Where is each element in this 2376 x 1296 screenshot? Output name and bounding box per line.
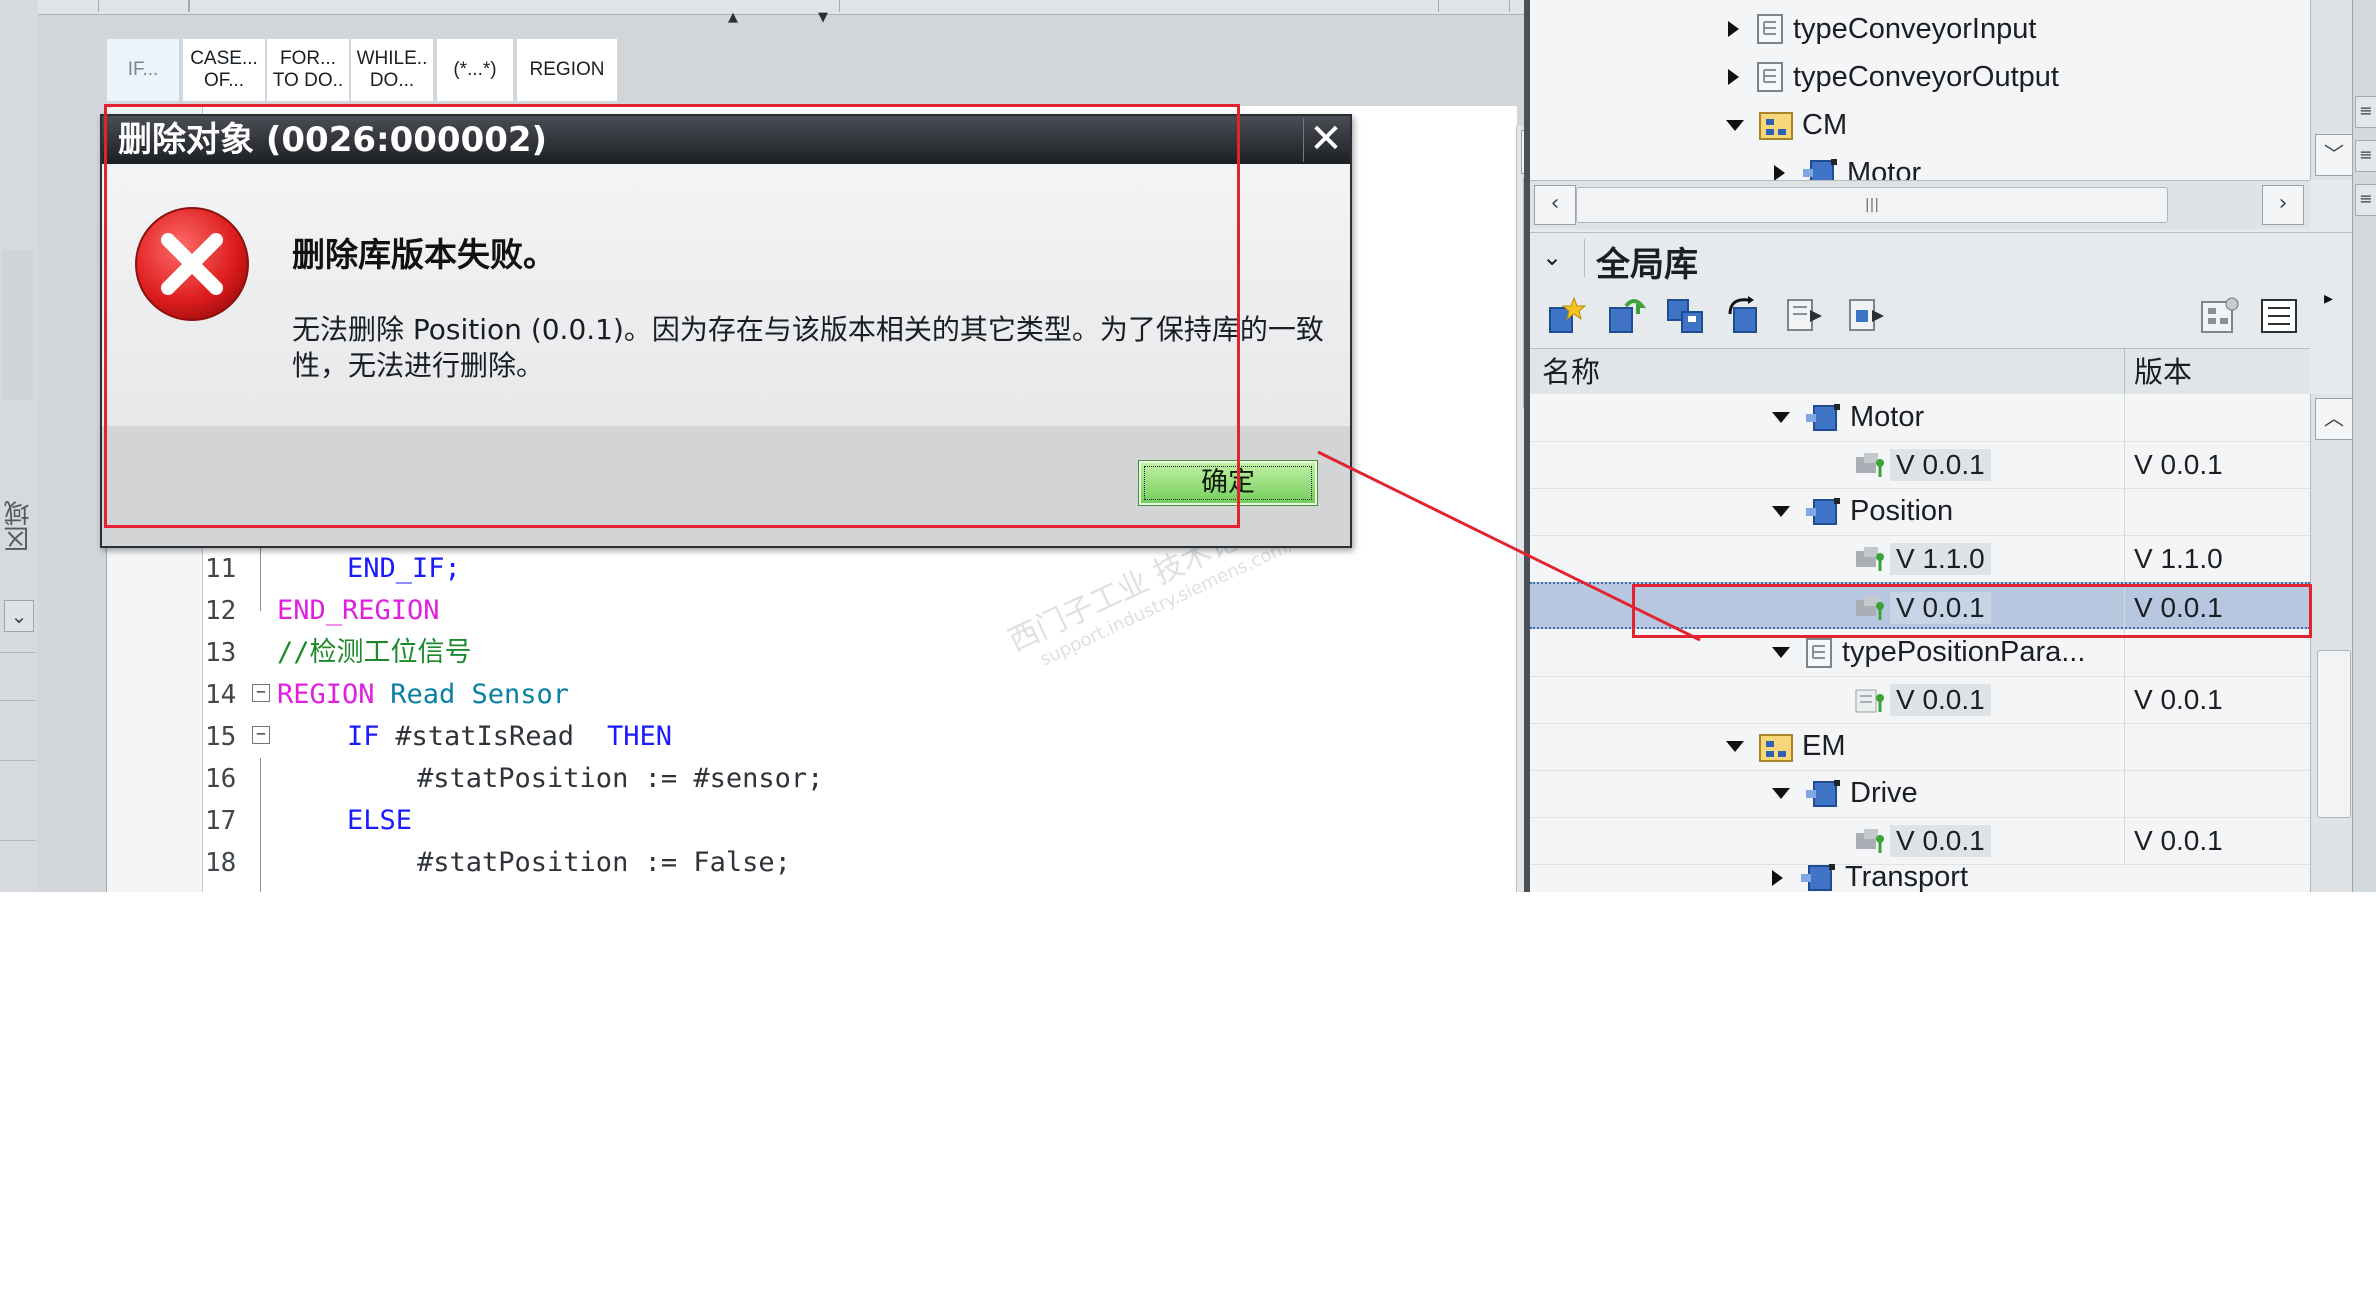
screenshot: 区域 ⌄ ▲ ▼ IF... CASE... OF... FOR... TO D…: [0, 0, 2376, 892]
annotation-connector: [1317, 450, 1701, 642]
